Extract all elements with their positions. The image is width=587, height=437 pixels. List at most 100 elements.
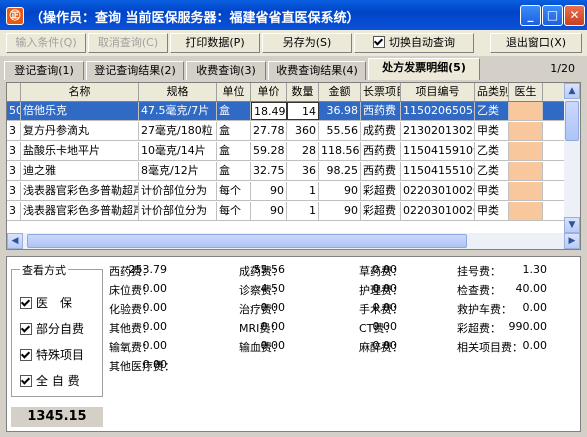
item-price: 90: [251, 182, 287, 200]
item-name: 迪之雅: [21, 162, 139, 180]
item-qty: 360: [287, 122, 319, 140]
maximize-button[interactable]: □: [542, 5, 563, 26]
item-doctor: [509, 122, 543, 140]
fee-value: 0.00: [260, 339, 286, 352]
item-spec: 47.5毫克/7片: [139, 102, 217, 120]
item-doctor: [509, 202, 543, 220]
header-name[interactable]: 名称: [21, 83, 139, 101]
invoice-item: 彩超费: [361, 202, 401, 220]
fee-value: 0.00: [142, 339, 168, 352]
item-price: 59.28: [251, 142, 287, 160]
tab-bar: 登记查询(1) 登记查询结果(2) 收费查询(3) 收费查询结果(4) 处方发票…: [0, 58, 587, 80]
item-code: 21302013022624: [401, 122, 475, 140]
table-row[interactable]: 3浅表器官彩色多普勒超声计价部位分为每个90190彩超费022030100200…: [7, 182, 564, 201]
item-category: 乙类: [475, 142, 509, 160]
header-spec[interactable]: 规格: [139, 83, 217, 101]
vertical-scroll-thumb[interactable]: [565, 101, 579, 141]
header-qty[interactable]: 数量: [287, 83, 319, 101]
checkbox-full-self-pay[interactable]: [20, 375, 32, 387]
option-full-self-pay[interactable]: 全 自 费: [20, 372, 80, 389]
exit-button[interactable]: 退出窗口(X): [490, 33, 582, 53]
fee-label: 挂号费：: [457, 265, 501, 278]
tab-registration-results[interactable]: 登记查询结果(2): [86, 61, 184, 80]
tab-prescription-details[interactable]: 处方发票明细(5): [368, 58, 480, 80]
header-amount[interactable]: 金额: [319, 83, 361, 101]
invoice-item: 成药费: [361, 122, 401, 140]
item-code: 022030100200: [401, 182, 475, 200]
table-row[interactable]: 3浅表器官彩色多普勒超声计价部位分为每个90190彩超费022030100200…: [7, 202, 564, 221]
fee-value: 0.00: [142, 301, 168, 314]
item-code: 022030100200: [401, 202, 475, 220]
row-index: 50: [7, 102, 21, 120]
scroll-left-icon[interactable]: ◀: [7, 233, 23, 249]
header-invoice-item[interactable]: 长票项目: [361, 83, 401, 101]
item-amount: 36.98: [319, 102, 361, 120]
header-doctor[interactable]: 医生: [509, 83, 543, 101]
scroll-right-icon[interactable]: ▶: [564, 233, 580, 249]
row-index: 3: [7, 202, 21, 220]
item-spec: 27毫克/180粒: [139, 122, 217, 140]
cancel-query-button[interactable]: 取消查询(C): [88, 33, 168, 53]
header-price[interactable]: 单价: [251, 83, 287, 101]
item-spec: 计价部位分为: [139, 182, 217, 200]
checkbox-special-items[interactable]: [20, 349, 32, 361]
item-unit: 盒: [217, 162, 251, 180]
table-row[interactable]: 3 盐酸乐卡地平片 10毫克/14片盒 59.28 28 118.56 西药费 1150415…: [7, 142, 564, 161]
tab-fee-results[interactable]: 收费查询结果(4): [268, 61, 366, 80]
item-category: 乙类: [475, 102, 509, 120]
item-name: 浅表器官彩色多普勒超声: [21, 182, 139, 200]
fee-value: 0.00: [260, 320, 286, 333]
fee-value: 0.00: [372, 339, 398, 352]
item-price: 27.78: [251, 122, 287, 140]
checkbox-partial-self-pay[interactable]: [20, 323, 32, 335]
item-code: 11504159109163: [401, 142, 475, 160]
item-category: 甲类: [475, 182, 509, 200]
option-partial-self-pay-label: 部分自费: [36, 322, 85, 336]
scroll-up-icon[interactable]: ▲: [564, 83, 580, 99]
header-category[interactable]: 品类别: [475, 83, 509, 101]
fee-value: 0.00: [142, 358, 168, 371]
close-button[interactable]: ✕: [564, 5, 585, 26]
tab-fee-query[interactable]: 收费查询(3): [186, 61, 266, 80]
option-partial-self-pay[interactable]: 部分自费: [20, 320, 84, 337]
option-special-items-label: 特殊项目: [36, 348, 85, 362]
minimize-button[interactable]: _: [520, 5, 541, 26]
option-medical-insurance[interactable]: 医 保: [20, 294, 72, 311]
fee-label: 救护车费：: [457, 303, 512, 316]
fee-value: 990.00: [508, 320, 548, 333]
item-spec: 8毫克/12片: [139, 162, 217, 180]
table-row[interactable]: 50倍他乐克47.5毫克/7片盒18.491436.98西药费115020650…: [7, 102, 564, 121]
horizontal-scroll-thumb[interactable]: [27, 234, 467, 248]
horizontal-scrollbar[interactable]: ◀ ▶: [7, 233, 580, 249]
header-unit[interactable]: 单位: [217, 83, 251, 101]
item-category: 乙类: [475, 162, 509, 180]
print-button[interactable]: 打印数据(P): [170, 33, 260, 53]
item-amount: 90: [319, 202, 361, 220]
auto-query-checkbox[interactable]: [373, 36, 385, 48]
save-as-button[interactable]: 另存为(S): [262, 33, 352, 53]
item-doctor: [509, 102, 543, 120]
invoice-item: 西药费: [361, 162, 401, 180]
title-bar: ㊣ （操作员：查询 当前医保服务器：福建省省直医保系统） _ □ ✕: [0, 0, 587, 30]
fee-value: 1.30: [522, 263, 548, 276]
table-row[interactable]: 3迪之雅8毫克/12片盒32.753698.25西药费1150415510906…: [7, 162, 564, 181]
table-row[interactable]: 3 复方丹参滴丸 27毫克/180粒盒 27.78 360 55.56 成药费 2130201…: [7, 122, 564, 141]
item-amount: 98.25: [319, 162, 361, 180]
input-conditions-button[interactable]: 输入条件(Q): [6, 33, 86, 53]
header-item-code[interactable]: 项目编号: [401, 83, 475, 101]
scroll-down-icon[interactable]: ▼: [564, 217, 580, 233]
item-qty: 28: [287, 142, 319, 160]
item-price: 18.49: [251, 102, 287, 120]
item-name: 复方丹参滴丸: [21, 122, 139, 140]
tab-registration-query[interactable]: 登记查询(1): [4, 61, 84, 80]
auto-query-toggle[interactable]: 切换自动查询: [354, 33, 474, 53]
option-special-items[interactable]: 特殊项目: [20, 346, 84, 363]
fee-value: 0.00: [372, 282, 398, 295]
fee-value: 0.00: [522, 339, 548, 352]
checkbox-medical-insurance[interactable]: [20, 297, 32, 309]
fee-value: 0.00: [522, 301, 548, 314]
grid-header: 名称 规格 单位 单价 数量 金额 长票项目 项目编号 品类别 医生: [7, 83, 564, 102]
invoice-item: 彩超费: [361, 182, 401, 200]
vertical-scrollbar[interactable]: ▲ ▼: [564, 83, 580, 233]
fee-value: 0.00: [260, 301, 286, 314]
